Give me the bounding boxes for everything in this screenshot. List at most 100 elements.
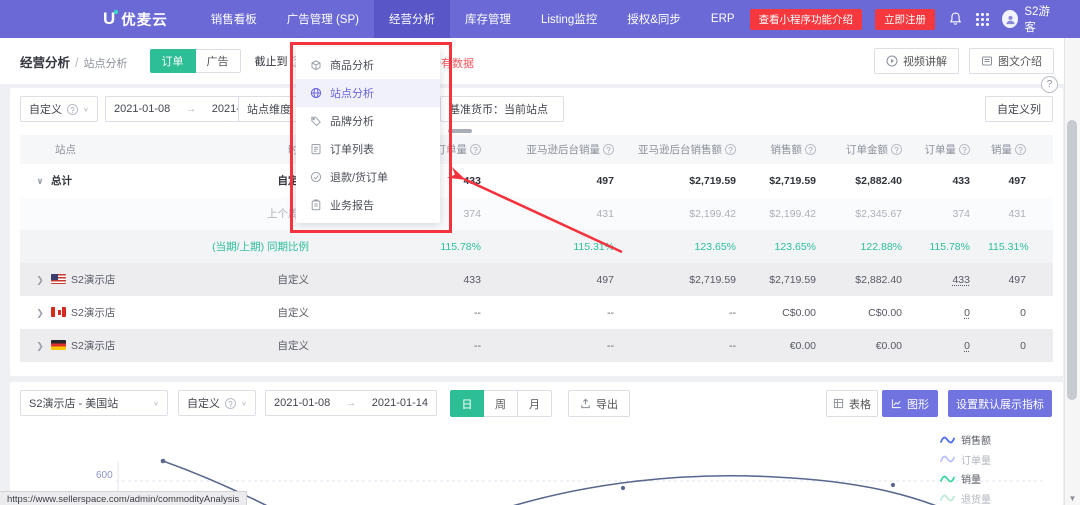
value-cell: $2,719.59 [623, 274, 745, 286]
value-cell: 433 [318, 274, 490, 286]
row-expand-chevron[interactable]: ❯ [29, 308, 51, 319]
value-cell[interactable]: 0 [911, 307, 979, 319]
column-header[interactable]: 亚马逊后台销量? [490, 142, 623, 157]
navbar-right: 查看小程序功能介绍 立即注册 S2游客 [750, 3, 1058, 35]
menu-item-label: 站点分析 [330, 85, 374, 101]
value-cell: 0 [979, 340, 1035, 352]
menu-item-4[interactable]: 退款/货订单 [296, 163, 440, 191]
avatar [1002, 10, 1018, 28]
currency-mode-box[interactable]: 基准货币：当前站点 [440, 96, 564, 122]
help-icon[interactable]: ? [805, 144, 816, 155]
menu-item-label: 业务报告 [330, 197, 374, 213]
menu-item-label: 退款/货订单 [330, 169, 388, 185]
trend-chart-canvas[interactable] [10, 382, 1063, 505]
nav-item-4[interactable]: Listing监控 [526, 0, 612, 38]
value-cell: 123.65% [623, 241, 745, 253]
menu-item-5[interactable]: 业务报告 [296, 191, 440, 219]
nav-item-0[interactable]: 销售看板 [196, 0, 272, 38]
tab-ad[interactable]: 广告 [196, 49, 241, 73]
value-cell: -- [318, 307, 490, 319]
legend-item-3[interactable]: 退货量 [940, 491, 991, 505]
column-header[interactable]: 销量? [979, 142, 1035, 157]
column-header[interactable]: 销售额? [745, 142, 825, 157]
scrollbar-down-arrow[interactable]: ▼ [1065, 494, 1080, 503]
nav-item-3[interactable]: 库存管理 [450, 0, 526, 38]
menu-item-0[interactable]: 商品分析 [296, 51, 440, 79]
value-cell: 497 [979, 274, 1035, 286]
row-expand-chevron[interactable]: ❯ [29, 275, 51, 286]
table-row-0[interactable]: ∨总计自定义433497$2,719.59$2,719.59$2,882.404… [20, 164, 1053, 197]
legend-item-0[interactable]: 销售额 [940, 432, 991, 447]
column-header[interactable]: 订单金额? [825, 142, 911, 157]
help-icon[interactable]: ? [1015, 144, 1026, 155]
nav-item-5[interactable]: 授权&同步 [612, 0, 696, 38]
menu-item-3[interactable]: 订单列表 [296, 135, 440, 163]
value-cell[interactable]: 433 [911, 274, 979, 286]
period-cell: 自定义 [188, 305, 318, 320]
subheader-actions: 视频讲解 图文介绍 [874, 48, 1054, 74]
subheader: 经营分析/站点分析 订单 广告 截止到 ? :2021-07-16 07:00 … [0, 38, 1080, 84]
row-expand-chevron[interactable]: ❯ [29, 341, 51, 352]
column-header[interactable]: 亚马逊后台销售额? [623, 142, 745, 157]
site-icon [310, 87, 322, 99]
video-guide-button[interactable]: 视频讲解 [874, 48, 959, 74]
mini-program-promo-button[interactable]: 查看小程序功能介绍 [750, 9, 863, 30]
apps-grid-icon[interactable] [976, 13, 989, 26]
table-row-5[interactable]: ❯S2演示店自定义------€0.00€0.0000 [20, 329, 1053, 362]
register-button[interactable]: 立即注册 [875, 9, 935, 30]
range-type-select[interactable]: 自定义 ? ∨ [20, 96, 98, 122]
period-cell: 自定义 [188, 272, 318, 287]
table-row-1[interactable]: 上个周期374431$2,199.42$2,199.42$2,345.67374… [20, 197, 1053, 230]
analysis-dropdown-menu: 商品分析站点分析品牌分析订单列表退款/货订单业务报告 [296, 47, 440, 223]
help-icon[interactable]: ? [725, 144, 736, 155]
value-cell[interactable]: 0 [911, 340, 979, 352]
table-row-3[interactable]: ❯S2演示店自定义433497$2,719.59$2,719.59$2,882.… [20, 263, 1053, 296]
brand-logo[interactable]: U 优麦云 [103, 9, 168, 30]
chart-legend: 销售额订单量销量退货量总支出 [940, 432, 991, 505]
custom-columns-button[interactable]: 自定义列 [985, 96, 1053, 122]
nav-item-1[interactable]: 广告管理 (SP) [272, 0, 374, 38]
site-cell [20, 208, 188, 220]
value-cell: C$0.00 [745, 307, 825, 319]
scrollbar-thumb[interactable] [1067, 120, 1077, 400]
column-header[interactable]: 订单量? [911, 142, 979, 157]
legend-item-2[interactable]: 销量 [940, 471, 991, 486]
help-icon[interactable]: ? [959, 144, 970, 155]
logo-icon: U [103, 9, 115, 29]
menu-item-2[interactable]: 品牌分析 [296, 107, 440, 135]
bell-icon[interactable] [948, 10, 963, 28]
value-cell: $2,345.67 [825, 208, 911, 220]
floating-help-icon[interactable]: ? [1041, 76, 1058, 93]
nav-item-6[interactable]: ERP [696, 0, 750, 38]
product-icon [310, 59, 322, 71]
table-row-2[interactable]: (当期/上期) 同期比例115.78%115.31%123.65%123.65%… [20, 230, 1053, 263]
nav-item-label: 授权&同步 [627, 11, 681, 27]
value-cell: 0 [979, 307, 1035, 319]
site-table: 站点时段亚马逊后台订单量?亚马逊后台销量?亚马逊后台销售额?销售额?订单金额?订… [20, 135, 1053, 362]
status-url-tooltip: https://www.sellerspace.com/admin/commod… [0, 491, 247, 505]
value-cell: -- [623, 307, 745, 319]
user-menu[interactable]: S2游客 [1002, 3, 1058, 35]
help-icon[interactable]: ? [891, 144, 902, 155]
horizontal-scrollbar-thumb[interactable] [448, 129, 472, 133]
breadcrumb-current: 站点分析 [84, 58, 128, 70]
nav-item-2[interactable]: 经营分析 [374, 0, 450, 38]
table-body: ∨总计自定义433497$2,719.59$2,719.59$2,882.404… [20, 164, 1053, 362]
row-expand-chevron[interactable]: ∨ [29, 176, 51, 187]
help-icon[interactable]: ? [603, 144, 614, 155]
vertical-scrollbar[interactable]: ▼ [1064, 38, 1080, 505]
breadcrumb-root[interactable]: 经营分析 [20, 56, 70, 70]
table-row-4[interactable]: ❯S2演示店自定义------C$0.00C$0.0000 [20, 296, 1053, 329]
value-cell: 497 [490, 175, 623, 187]
column-header[interactable]: 站点 [20, 142, 188, 157]
legend-item-1[interactable]: 订单量 [940, 452, 991, 467]
menu-item-1[interactable]: 站点分析 [296, 79, 440, 107]
help-icon[interactable]: ? [470, 144, 481, 155]
breadcrumb: 经营分析/站点分析 [20, 52, 128, 71]
value-cell: €0.00 [745, 340, 825, 352]
value-cell: C$0.00 [825, 307, 911, 319]
doc-intro-button[interactable]: 图文介绍 [969, 48, 1054, 74]
store-chart-card: S2演示店 - 美国站 ∨ 自定义 ? ∨ 2021-01-08 → 2021-… [10, 382, 1063, 505]
site-cell: ❯S2演示店 [20, 272, 188, 287]
tab-order[interactable]: 订单 [150, 49, 196, 73]
